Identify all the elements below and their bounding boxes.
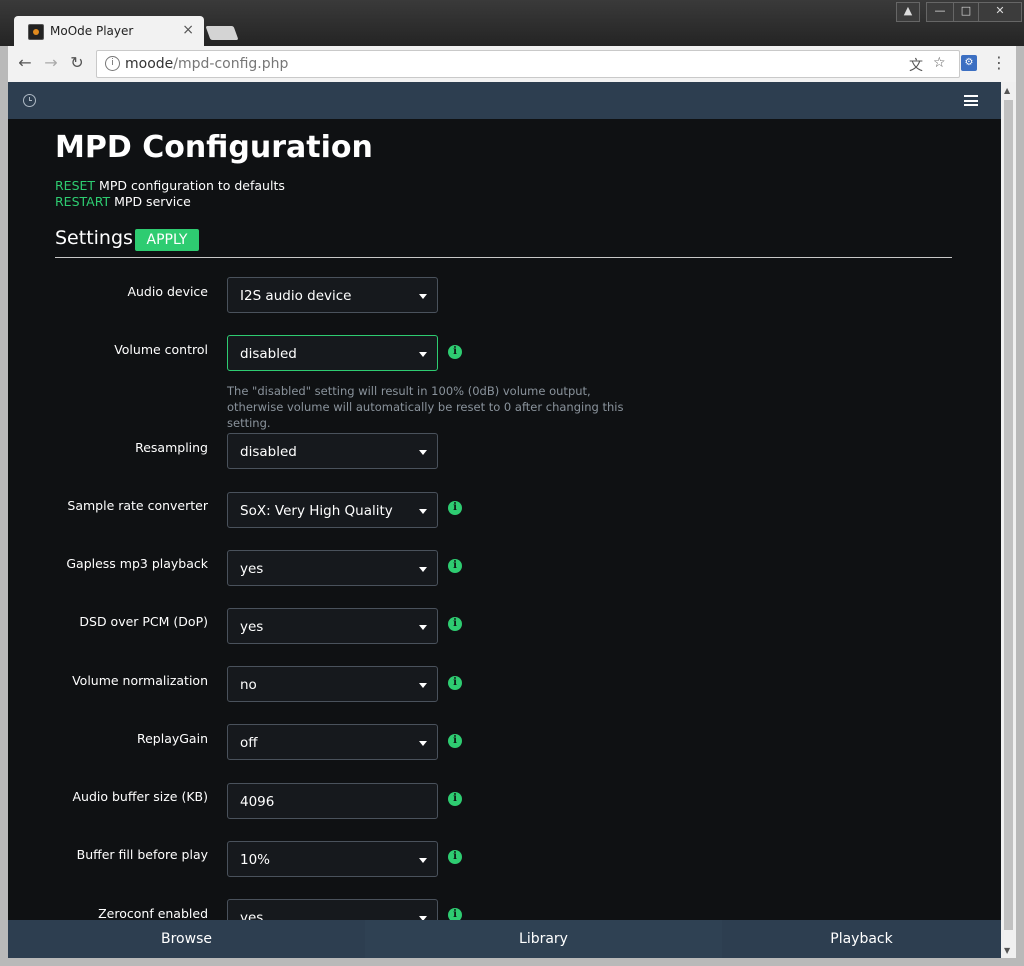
reload-icon[interactable]: ↻ [66,52,88,74]
new-tab-button[interactable] [205,26,239,40]
chevron-down-icon [419,450,427,455]
chevron-down-icon [419,352,427,357]
buffer-fill-label: Buffer fill before play [76,847,208,862]
volume-control-label: Volume control [114,342,208,357]
address-bar[interactable]: i moode/mpd-config.php 文 ☆ [96,50,960,78]
nav-playback[interactable]: Playback [722,920,1001,958]
nav-browse[interactable]: Browse [8,920,365,958]
forward-icon[interactable]: → [40,52,62,74]
star-icon[interactable]: ☆ [933,55,946,71]
reset-link[interactable]: RESET [55,178,95,193]
restart-line: RESTART MPD service [55,194,191,209]
volume-normalization-label: Volume normalization [72,673,208,688]
volume-control-info-icon[interactable]: i [448,345,462,359]
gapless-mp3-select[interactable]: yes [227,550,438,586]
maximize-button[interactable]: □ [953,2,979,22]
zeroconf-label: Zeroconf enabled [98,906,208,921]
resampling-label: Resampling [135,440,208,455]
extension-icon[interactable]: ⚙ [961,55,977,71]
resampling-select[interactable]: disabled [227,433,438,469]
page-scrollbar[interactable]: ▲ ▼ [1001,82,1016,958]
chevron-down-icon [419,567,427,572]
audio-buffer-size-label: Audio buffer size (KB) [72,789,208,804]
back-icon[interactable]: ← [14,52,36,74]
chevron-down-icon [419,294,427,299]
chevron-down-icon [419,858,427,863]
sample-rate-converter-info-icon[interactable]: i [448,501,462,515]
audio-buffer-size-info-icon[interactable]: i [448,792,462,806]
volume-normalization-select[interactable]: no [227,666,438,702]
profile-icon[interactable]: ▲ [896,2,920,22]
browser-toolbar: ← → ↻ i moode/mpd-config.php 文 ☆ ⚙ ⋮ [8,46,1016,83]
chevron-down-icon [419,509,427,514]
dsd-over-pcm-select[interactable]: yes [227,608,438,644]
scroll-thumb[interactable] [1004,100,1013,930]
buffer-fill-info-icon[interactable]: i [448,850,462,864]
replaygain-select[interactable]: off [227,724,438,760]
gapless-mp3-label: Gapless mp3 playback [66,556,208,571]
dsd-over-pcm-label: DSD over PCM (DoP) [79,614,208,629]
chevron-down-icon [419,741,427,746]
kebab-menu-icon[interactable]: ⋮ [988,52,1010,74]
section-divider [55,257,952,258]
translate-icon[interactable]: 文 [909,55,923,75]
chevron-down-icon [419,683,427,688]
settings-heading: Settings [55,227,133,249]
audio-buffer-size-input[interactable]: 4096 [227,783,438,819]
close-window-button[interactable]: ✕ [978,2,1022,22]
minimize-button[interactable]: — [926,2,954,22]
sample-rate-converter-select[interactable]: SoX: Very High Quality [227,492,438,528]
volume-normalization-info-icon[interactable]: i [448,676,462,690]
volume-control-help: The "disabled" setting will result in 10… [227,384,624,430]
replaygain-label: ReplayGain [136,731,208,746]
dsd-over-pcm-info-icon[interactable]: i [448,617,462,631]
scroll-down-icon[interactable]: ▼ [1004,946,1010,955]
tab-close-icon[interactable]: × [182,22,194,38]
url-text: moode/mpd-config.php [125,56,289,72]
audio-device-label: Audio device [127,284,208,299]
moode-favicon-icon [28,24,44,40]
audio-device-select[interactable]: I2S audio device [227,277,438,313]
browser-tab[interactable]: MoOde Player × [14,16,204,46]
page-title: MPD Configuration [55,130,373,165]
site-info-icon[interactable]: i [105,56,120,71]
buffer-fill-select[interactable]: 10% [227,841,438,877]
replaygain-info-icon[interactable]: i [448,734,462,748]
app-header [8,82,1001,119]
bottom-nav: Browse Library Playback [8,920,1001,958]
restart-link[interactable]: RESTART [55,194,110,209]
tab-title: MoOde Player [50,24,134,38]
chevron-down-icon [419,625,427,630]
hamburger-menu-icon[interactable] [964,95,978,106]
clock-icon[interactable] [23,94,36,107]
volume-control-select[interactable]: disabled [227,335,438,371]
apply-button[interactable]: APPLY [135,229,199,251]
sample-rate-converter-label: Sample rate converter [67,498,208,513]
nav-library[interactable]: Library [365,920,722,958]
gapless-mp3-info-icon[interactable]: i [448,559,462,573]
reset-line: RESET MPD configuration to defaults [55,178,285,193]
scroll-up-icon[interactable]: ▲ [1004,86,1010,95]
page-viewport: MPD Configuration RESET MPD configuratio… [8,82,1001,958]
